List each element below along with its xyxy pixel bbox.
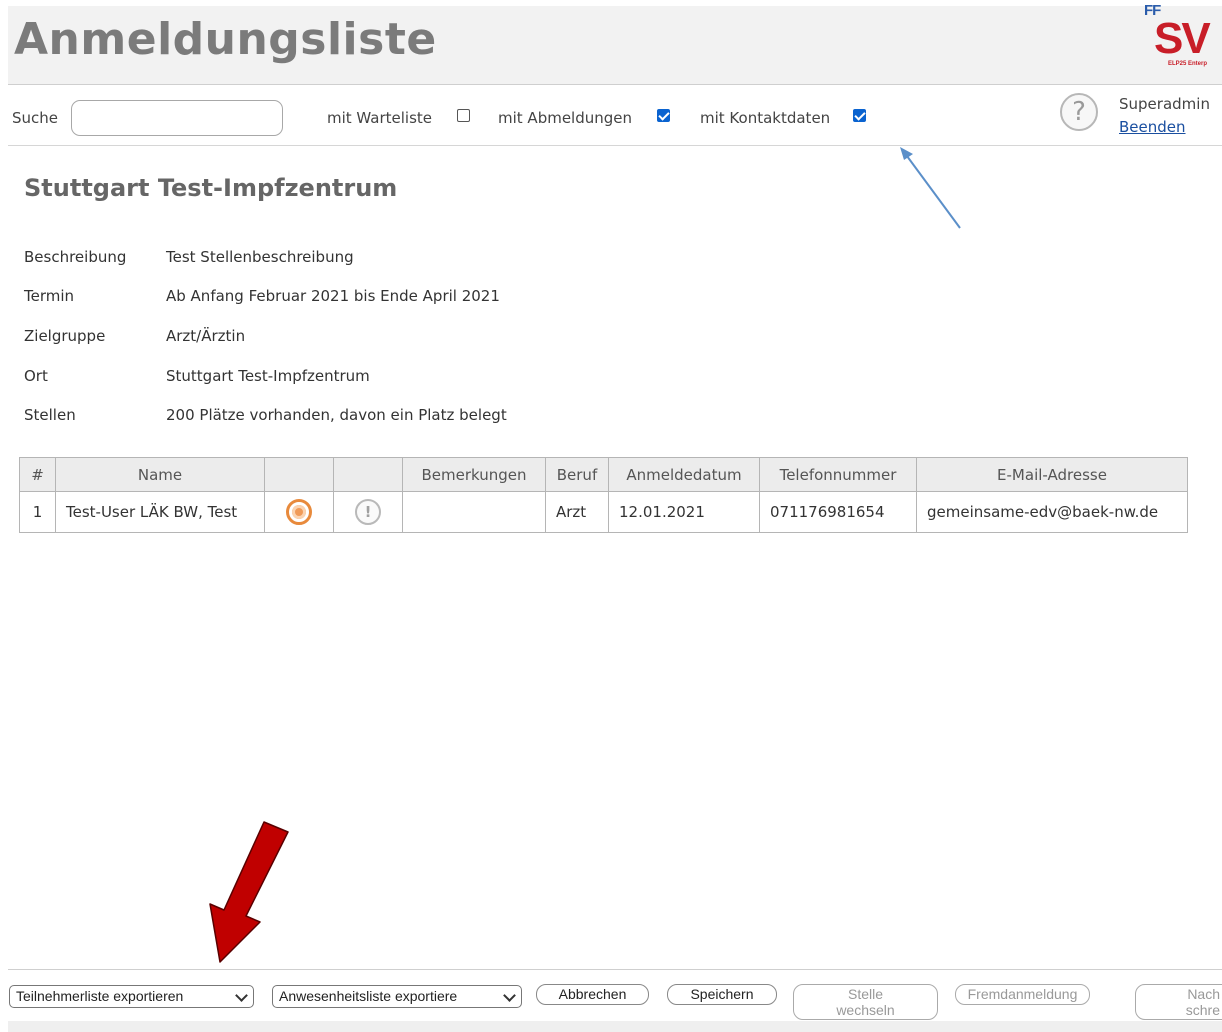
brand-logo: FF SV ELP25 Enterp xyxy=(1144,2,1222,70)
cell-alert: ! xyxy=(333,491,403,533)
export-participants-select[interactable]: Teilnehmerliste exportieren xyxy=(9,985,254,1008)
detail-value: Test Stellenbeschreibung xyxy=(166,248,354,266)
abmeldungen-label: mit Abmeldungen xyxy=(498,109,633,127)
warteliste-checkbox[interactable] xyxy=(457,109,470,122)
header-bar: Anmeldungsliste FF SV ELP25 Enterp xyxy=(8,2,1222,85)
warteliste-label: mit Warteliste xyxy=(327,109,433,127)
cell-phone: 071176981654 xyxy=(759,491,917,533)
column-header-remarks[interactable]: Bemerkungen xyxy=(402,457,546,492)
column-header-name[interactable]: Name xyxy=(55,457,265,492)
footer-toolbar: Teilnehmerliste exportieren Anwesenheits… xyxy=(8,969,1222,1023)
export-attendance-label: Anwesenheitsliste exportiere xyxy=(279,988,458,1004)
notify-label-line1: Nach xyxy=(1187,986,1220,1002)
save-button[interactable]: Speichern xyxy=(667,984,777,1005)
detail-value: Ab Anfang Februar 2021 bis Ende April 20… xyxy=(166,287,500,305)
column-header-profession[interactable]: Beruf xyxy=(545,457,609,492)
kontaktdaten-label: mit Kontaktdaten xyxy=(700,109,831,127)
column-header-number[interactable]: # xyxy=(19,457,56,492)
chevron-down-icon xyxy=(503,989,516,1002)
cell-date: 12.01.2021 xyxy=(608,491,760,533)
cell-email: gemeinsame-edv@baek-nw.de xyxy=(916,491,1188,533)
column-header-alert xyxy=(333,457,403,492)
logo-subtext: ELP25 Enterp xyxy=(1168,61,1208,67)
export-attendance-select[interactable]: Anwesenheitsliste exportiere xyxy=(272,985,522,1008)
cell-remarks[interactable] xyxy=(402,491,546,533)
user-name: Superadmin xyxy=(1119,95,1210,113)
page-title: Anmeldungsliste xyxy=(14,14,437,65)
change-position-label-line1: Stelle xyxy=(847,986,884,1002)
column-header-email[interactable]: E-Mail-Adresse xyxy=(916,457,1188,492)
registration-table: # Name Bemerkungen Beruf Anmeldedatum Te… xyxy=(19,457,1188,533)
change-position-label-line2: wechseln xyxy=(836,1002,895,1018)
notify-label-line2: schre xyxy=(1185,1002,1220,1018)
chevron-down-icon xyxy=(235,989,248,1002)
filter-bar: Suche mit Warteliste mit Abmeldungen mit… xyxy=(8,85,1222,146)
detail-key: Stellen xyxy=(24,406,76,424)
cancel-button[interactable]: Abbrechen xyxy=(536,984,649,1005)
blue-annotation-arrow xyxy=(900,147,961,229)
detail-key: Ort xyxy=(24,367,48,385)
logo-sv-text: SV xyxy=(1154,14,1211,63)
cell-status xyxy=(264,491,334,533)
change-position-button[interactable]: Stelle wechseln xyxy=(793,984,938,1020)
bottom-strip xyxy=(8,1021,1222,1032)
detail-value: Arzt/Ärztin xyxy=(166,327,246,345)
search-input[interactable] xyxy=(71,100,283,136)
external-registration-button[interactable]: Fremdanmeldung xyxy=(955,984,1090,1005)
search-label: Suche xyxy=(12,109,59,127)
detail-value: 200 Plätze vorhanden, davon ein Platz be… xyxy=(166,406,507,424)
cell-name[interactable]: Test-User LÄK BW, Test xyxy=(55,491,265,533)
column-header-date[interactable]: Anmeldedatum xyxy=(608,457,760,492)
detail-key: Zielgruppe xyxy=(24,327,106,345)
kontaktdaten-checkbox[interactable] xyxy=(853,109,866,122)
exclamation-circle-icon[interactable]: ! xyxy=(355,499,381,525)
detail-key: Beschreibung xyxy=(24,248,127,266)
red-annotation-arrow xyxy=(209,821,289,963)
cell-number: 1 xyxy=(19,491,56,533)
logout-link[interactable]: Beenden xyxy=(1119,118,1186,136)
abmeldungen-checkbox[interactable] xyxy=(657,109,670,122)
orange-ring-icon[interactable] xyxy=(286,499,312,525)
detail-value: Stuttgart Test-Impfzentrum xyxy=(166,367,370,385)
column-header-status xyxy=(264,457,334,492)
table-header-row: # Name Bemerkungen Beruf Anmeldedatum Te… xyxy=(19,457,1188,492)
table-row[interactable]: 1 Test-User LÄK BW, Test ! Arzt 12.01.20… xyxy=(19,491,1188,533)
column-header-phone[interactable]: Telefonnummer xyxy=(759,457,917,492)
cell-profession: Arzt xyxy=(545,491,609,533)
detail-key: Termin xyxy=(24,287,75,305)
export-participants-label: Teilnehmerliste exportieren xyxy=(16,988,184,1004)
event-title: Stuttgart Test-Impfzentrum xyxy=(24,174,398,202)
notify-button[interactable]: Nach schre xyxy=(1135,984,1222,1020)
question-circle-icon[interactable]: ? xyxy=(1060,93,1098,131)
